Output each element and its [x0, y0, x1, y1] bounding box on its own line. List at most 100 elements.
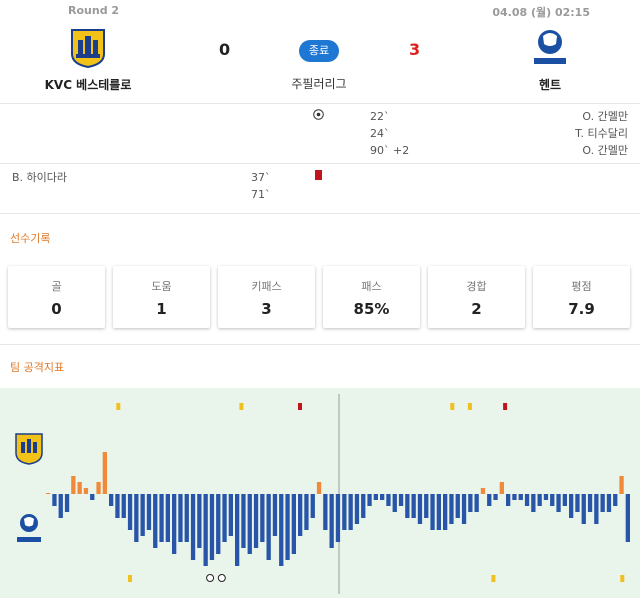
westerlo-crest-icon — [71, 29, 105, 69]
home-team[interactable]: KVC 베스테를로 — [20, 28, 156, 93]
divider — [0, 163, 640, 164]
stat-card-duels: 경합 2 — [428, 266, 525, 328]
away-momentum-bar — [449, 494, 454, 524]
away-momentum-bar — [506, 494, 511, 506]
divider — [0, 344, 640, 345]
away-momentum-bar — [380, 494, 385, 500]
away-momentum-bar — [613, 494, 618, 506]
round-label: Round 2 — [68, 4, 120, 17]
match-status-badge: 종료 — [299, 40, 339, 62]
stat-label: 골 — [51, 280, 62, 293]
stat-card-key-passes: 키패스 3 — [218, 266, 315, 328]
away-momentum-bar — [354, 494, 360, 524]
yellow-card-icon — [116, 403, 121, 410]
away-momentum-bar — [512, 494, 517, 500]
away-momentum-bar — [310, 494, 315, 518]
home-legend-crest-icon — [15, 433, 43, 465]
stat-value: 0 — [51, 300, 62, 318]
away-momentum-bar — [361, 494, 366, 518]
away-momentum-bar — [556, 494, 561, 512]
away-momentum-bar — [109, 494, 114, 506]
away-momentum-bar — [417, 494, 423, 524]
away-momentum-bar — [222, 494, 227, 542]
league-name[interactable]: 주필러리그 — [260, 75, 378, 92]
stat-card-goals: 골 0 — [8, 266, 105, 328]
away-momentum-bar — [165, 494, 170, 542]
away-momentum-bar — [493, 494, 498, 500]
away-momentum-bar — [121, 494, 126, 518]
away-team[interactable]: 헨트 — [500, 28, 600, 93]
away-momentum-bar — [291, 494, 296, 554]
yellow-card-icon — [450, 403, 455, 410]
away-momentum-bar — [562, 494, 567, 506]
home-momentum-bar — [102, 452, 107, 494]
home-carded-player[interactable]: B. 하이다라 — [12, 169, 67, 185]
away-momentum-bar — [64, 494, 70, 512]
away-momentum-bar — [606, 494, 612, 512]
away-momentum-bar — [58, 494, 63, 518]
away-momentum-bar — [272, 494, 278, 536]
away-momentum-bar — [247, 494, 252, 554]
away-momentum-bar — [474, 494, 479, 512]
stat-value: 7.9 — [568, 300, 595, 318]
stat-card-passes: 패스 85% — [323, 266, 420, 328]
away-momentum-bar — [260, 494, 265, 542]
scorer-name[interactable]: O. 간멜만 — [575, 142, 628, 159]
away-momentum-bar — [279, 494, 284, 566]
away-momentum-bar — [323, 494, 328, 530]
away-momentum-bar — [134, 494, 139, 542]
away-momentum-bar — [443, 494, 448, 530]
away-momentum-bar — [543, 494, 549, 500]
home-momentum-bar — [480, 488, 486, 494]
stat-card-rating: 평점 7.9 — [533, 266, 630, 328]
scorer-name[interactable]: O. 간멜만 — [575, 108, 628, 125]
away-momentum-bar — [159, 494, 164, 542]
away-momentum-bar — [153, 494, 158, 548]
attack-momentum-svg — [15, 394, 630, 594]
away-momentum-bar — [52, 494, 57, 506]
away-momentum-bar — [537, 494, 542, 506]
away-momentum-bar — [487, 494, 492, 506]
goal-minute: 24` — [370, 127, 390, 140]
away-momentum-bar — [468, 494, 473, 512]
away-momentum-bar — [178, 494, 183, 542]
away-legend-crest-icon — [17, 514, 41, 542]
away-momentum-bar — [575, 494, 580, 512]
away-momentum-bar — [550, 494, 555, 506]
red-card-icon — [298, 403, 302, 410]
away-score: 3 — [409, 40, 421, 59]
stat-label: 패스 — [361, 280, 382, 293]
away-momentum-bar — [266, 494, 271, 560]
divider — [0, 213, 640, 214]
stat-value: 1 — [156, 300, 167, 318]
away-momentum-bar — [430, 494, 435, 530]
attack-index-title: 팀 공격지표 — [10, 361, 65, 374]
away-momentum-bar — [115, 494, 120, 518]
stat-label: 키패스 — [251, 280, 282, 293]
away-momentum-bar — [424, 494, 429, 518]
away-momentum-bar — [398, 494, 404, 506]
away-momentum-bar — [587, 494, 593, 512]
away-momentum-bar — [304, 494, 309, 530]
away-momentum-bar — [190, 494, 196, 560]
away-momentum-bar — [524, 494, 530, 506]
away-momentum-bar — [367, 494, 372, 506]
home-momentum-bar — [619, 476, 624, 494]
away-momentum-bar — [373, 494, 378, 500]
home-momentum-bar — [77, 482, 82, 494]
away-momentum-bar — [600, 494, 605, 512]
gent-crest-icon — [534, 30, 566, 64]
home-momentum-bar — [499, 482, 504, 494]
away-momentum-bar — [531, 494, 536, 512]
yellow-card-icon — [467, 403, 472, 410]
home-card-minutes: 37` 71` — [251, 169, 271, 203]
away-momentum-bar — [436, 494, 441, 530]
away-momentum-bar — [518, 494, 523, 500]
home-momentum-bar — [83, 488, 89, 494]
scorer-name[interactable]: T. 티수달리 — [575, 125, 628, 142]
card-minute: 71` — [251, 188, 271, 201]
stat-card-assists: 도움 1 — [113, 266, 210, 328]
soccer-ball-icon — [217, 574, 226, 582]
away-momentum-bar — [386, 494, 391, 506]
away-momentum-bar — [594, 494, 599, 524]
